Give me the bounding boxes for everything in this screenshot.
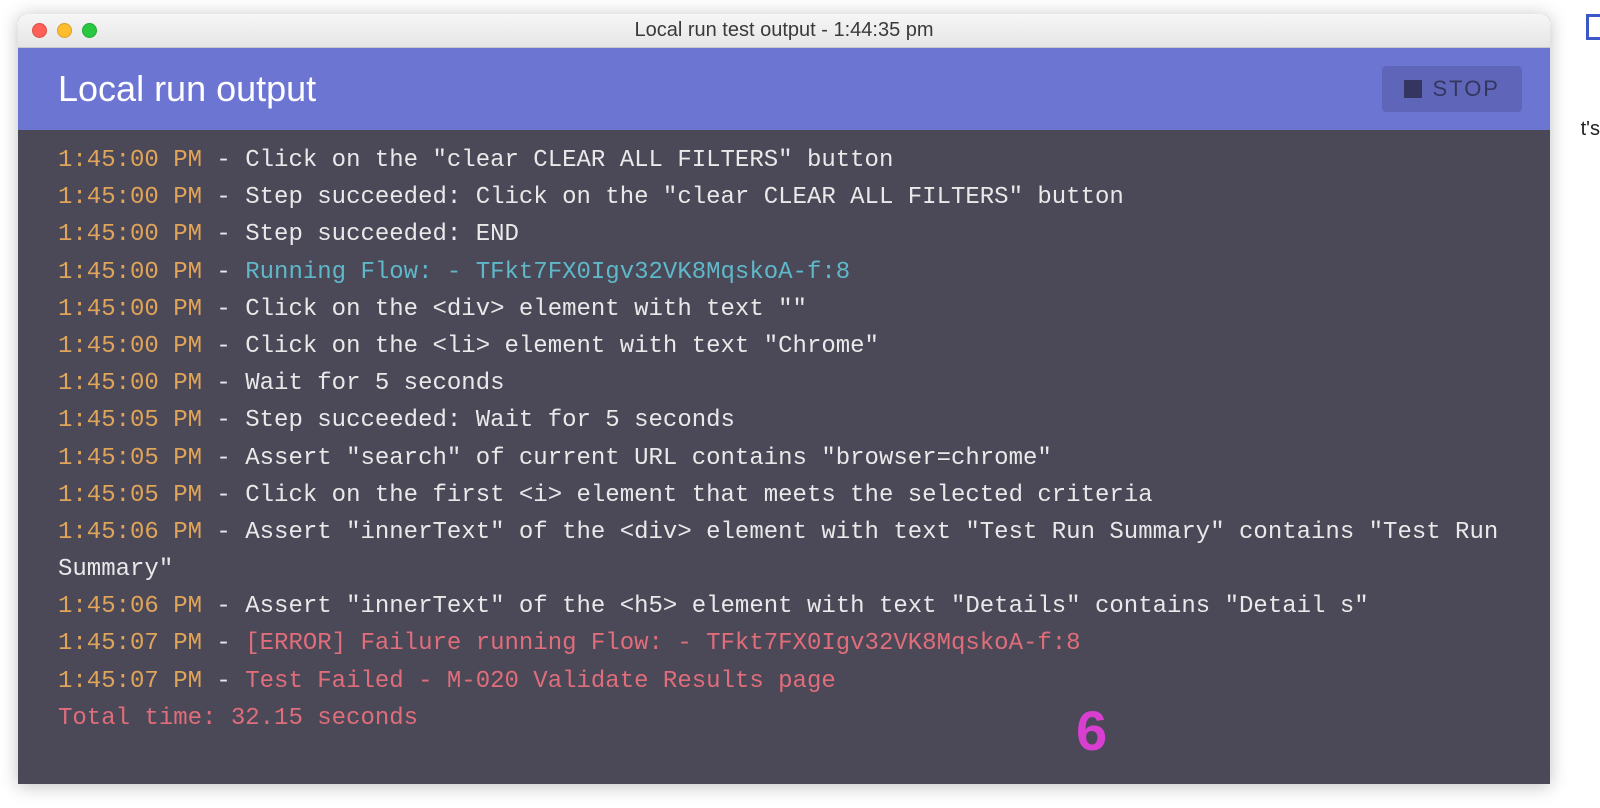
log-message: Running Flow: - TFkt7FX0Igv32VK8MqskoA-f… <box>245 259 850 286</box>
log-timestamp: 1:45:07 PM <box>58 668 202 695</box>
background-fragment-text: t's <box>1581 118 1600 141</box>
log-message: Wait for 5 seconds <box>245 370 504 397</box>
page-title: Local run output <box>58 68 316 110</box>
log-message: Click on the <li> element with text "Chr… <box>245 333 879 360</box>
log-timestamp: 1:45:00 PM <box>58 370 202 397</box>
log-line: 1:45:00 PM - Click on the "clear CLEAR A… <box>58 142 1510 179</box>
log-line: 1:45:00 PM - Click on the <li> element w… <box>58 328 1510 365</box>
log-line: 1:45:07 PM - Test Failed - M-020 Validat… <box>58 663 1510 700</box>
log-message: Click on the "clear CLEAR ALL FILTERS" b… <box>245 147 893 174</box>
log-message: Click on the <div> element with text "" <box>245 296 807 323</box>
log-message: Assert "innerText" of the <div> element … <box>58 519 1513 583</box>
log-timestamp: 1:45:00 PM <box>58 221 202 248</box>
log-message: Assert "innerText" of the <h5> element w… <box>245 593 1368 620</box>
log-message: Step succeeded: END <box>245 221 519 248</box>
log-message: Step succeeded: Click on the "clear CLEA… <box>245 184 1124 211</box>
log-timestamp: 1:45:00 PM <box>58 259 202 286</box>
log-line: 1:45:05 PM - Click on the first <i> elem… <box>58 477 1510 514</box>
window-title: Local run test output - 1:44:35 pm <box>18 19 1550 42</box>
log-timestamp: 1:45:05 PM <box>58 445 202 472</box>
header-bar: Local run output STOP <box>18 48 1550 130</box>
log-line: 1:45:00 PM - Running Flow: - TFkt7FX0Igv… <box>58 254 1510 291</box>
app-window: Local run test output - 1:44:35 pm Local… <box>18 14 1550 784</box>
log-line: 1:45:06 PM - Assert "innerText" of the <… <box>58 514 1510 588</box>
log-timestamp: 1:45:00 PM <box>58 147 202 174</box>
log-message: Step succeeded: Wait for 5 seconds <box>245 407 735 434</box>
log-line: 1:45:00 PM - Step succeeded: Click on th… <box>58 179 1510 216</box>
log-timestamp: 1:45:06 PM <box>58 593 202 620</box>
log-line: 1:45:00 PM - Click on the <div> element … <box>58 291 1510 328</box>
log-message: [ERROR] Failure running Flow: - TFkt7FX0… <box>245 630 1080 657</box>
log-line: 1:45:05 PM - Step succeeded: Wait for 5 … <box>58 402 1510 439</box>
log-message: Assert "search" of current URL contains … <box>245 445 1052 472</box>
log-line: 1:45:00 PM - Wait for 5 seconds <box>58 365 1510 402</box>
log-footer: Total time: 32.15 seconds <box>58 700 1510 737</box>
log-line: 1:45:00 PM - Step succeeded: END <box>58 216 1510 253</box>
stop-button[interactable]: STOP <box>1382 66 1522 112</box>
background-fragment-box <box>1586 14 1600 40</box>
annotation-badge: 6 <box>1076 698 1107 763</box>
log-timestamp: 1:45:07 PM <box>58 630 202 657</box>
log-message: Test Failed - M-020 Validate Results pag… <box>245 668 836 695</box>
log-line: 1:45:07 PM - [ERROR] Failure running Flo… <box>58 625 1510 662</box>
log-timestamp: 1:45:00 PM <box>58 296 202 323</box>
log-timestamp: 1:45:00 PM <box>58 333 202 360</box>
stop-icon <box>1404 80 1422 98</box>
console-output: 1:45:00 PM - Click on the "clear CLEAR A… <box>18 130 1550 784</box>
titlebar: Local run test output - 1:44:35 pm <box>18 14 1550 48</box>
stop-label: STOP <box>1432 76 1500 102</box>
log-timestamp: 1:45:05 PM <box>58 482 202 509</box>
log-line: 1:45:06 PM - Assert "innerText" of the <… <box>58 588 1510 625</box>
log-timestamp: 1:45:00 PM <box>58 184 202 211</box>
log-timestamp: 1:45:06 PM <box>58 519 202 546</box>
log-message: Click on the first <i> element that meet… <box>245 482 1152 509</box>
log-line: 1:45:05 PM - Assert "search" of current … <box>58 440 1510 477</box>
log-timestamp: 1:45:05 PM <box>58 407 202 434</box>
